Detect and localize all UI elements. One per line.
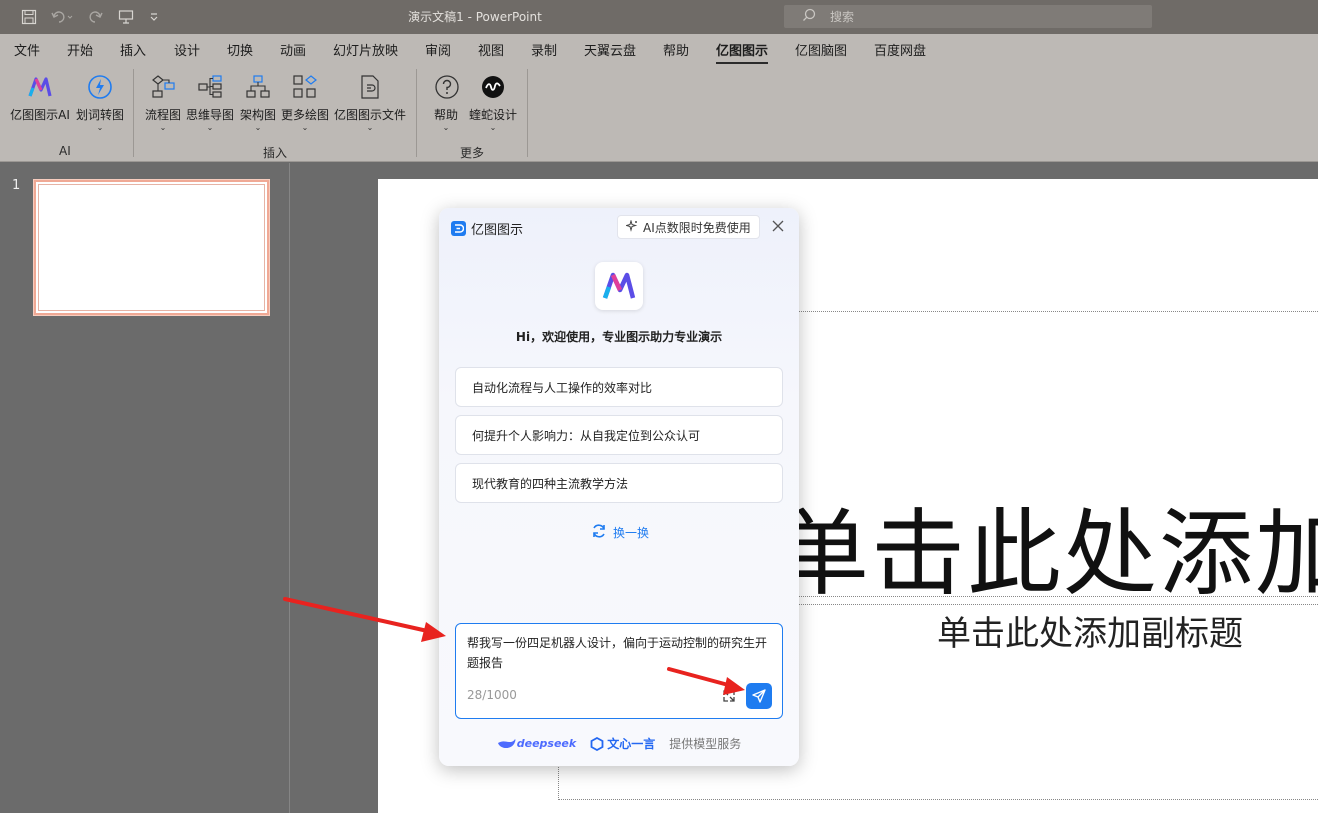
org-chart-icon <box>241 70 275 104</box>
deepseek-brand: deepseek <box>497 737 576 751</box>
flowchart-label: 流程图 <box>144 108 181 122</box>
wenxin-logo-icon <box>590 736 604 751</box>
refresh-label: 换一换 <box>613 526 650 540</box>
close-icon[interactable] <box>770 218 786 234</box>
deepseek-whale-icon <box>497 738 516 748</box>
text-to-diagram-button[interactable]: 划词转图 ⌄ <box>75 70 125 132</box>
help-button[interactable]: 帮助 ⌄ <box>430 70 462 132</box>
panel-header: 亿图图示 <box>451 219 523 238</box>
suggestion-item[interactable]: 自动化流程与人工操作的效率对比 <box>455 367 783 407</box>
char-count: 28/1000 <box>467 688 517 702</box>
refresh-icon <box>591 523 607 542</box>
shapes-grid-icon <box>288 70 322 104</box>
more-drawings-button[interactable]: 更多绘图 ⌄ <box>280 70 330 132</box>
org-chart-label: 架构图 <box>239 108 276 122</box>
search-icon <box>802 8 816 25</box>
viper-logo-icon <box>476 70 510 104</box>
text-to-diagram-label: 划词转图 <box>75 108 124 122</box>
tab-transitions[interactable]: 切换 <box>227 40 253 59</box>
tab-file[interactable]: 文件 <box>14 40 40 59</box>
help-label: 帮助 <box>433 108 458 122</box>
more-drawings-label: 更多绘图 <box>280 108 329 122</box>
slide-number: 1 <box>12 178 21 193</box>
ribbon: 亿图图示AI 划词转图 ⌄ AI 流程图 ⌄ 思维导图 ⌄ 架构图 ⌄ 更多绘图 <box>0 64 1318 162</box>
tab-tianyi-cloud[interactable]: 天翼云盘 <box>584 40 636 59</box>
chevron-down-icon: ⌄ <box>301 123 309 132</box>
wenxin-brand: 文心一言 <box>590 735 655 752</box>
help-icon <box>430 70 464 104</box>
chevron-down-icon: ⌄ <box>254 123 262 132</box>
subtitle-placeholder-text: 单击此处添加副标题 <box>937 614 1243 654</box>
edraw-file-button[interactable]: 亿图图示文件 ⌄ <box>333 70 407 132</box>
tab-help[interactable]: 帮助 <box>663 40 689 59</box>
edraw-file-icon <box>353 70 387 104</box>
provider-text: 提供模型服务 <box>669 737 742 751</box>
tab-home[interactable]: 开始 <box>67 40 93 59</box>
group-label-ai: AI <box>59 144 71 158</box>
viper-design-button[interactable]: 蝰蛇设计 ⌄ <box>468 70 518 132</box>
tab-view[interactable]: 视图 <box>478 40 504 59</box>
viper-design-label: 蝰蛇设计 <box>468 108 517 122</box>
slide-thumbnail[interactable] <box>33 179 270 316</box>
group-divider <box>133 69 134 157</box>
tab-record[interactable]: 录制 <box>531 40 557 59</box>
sparkle-icon <box>624 218 638 235</box>
chevron-down-icon: ⌄ <box>206 123 214 132</box>
send-icon <box>752 689 766 703</box>
chevron-down-icon: ⌄ <box>489 123 497 132</box>
chevron-down-icon: ⌄ <box>442 123 450 132</box>
group-label-insert: 插入 <box>263 146 288 160</box>
flowchart-button[interactable]: 流程图 ⌄ <box>143 70 183 132</box>
edraw-logo-icon <box>451 221 466 236</box>
group-divider <box>416 69 417 157</box>
tab-review[interactable]: 审阅 <box>425 40 451 59</box>
tab-insert[interactable]: 插入 <box>120 40 146 59</box>
tab-design[interactable]: 设计 <box>174 40 200 59</box>
flowchart-icon <box>146 70 180 104</box>
title-bar: 演示文稿1 - PowerPoint 搜索 <box>0 0 1318 34</box>
tab-slideshow[interactable]: 幻灯片放映 <box>333 40 398 59</box>
edraw-ai-logo-icon <box>23 70 57 104</box>
send-button[interactable] <box>746 683 772 709</box>
chevron-down-icon: ⌄ <box>366 123 374 132</box>
group-label-more: 更多 <box>460 146 485 160</box>
prompt-input[interactable]: 帮我写一份四足机器人设计，偏向于运动控制的研究生开题报告 28/1000 <box>455 623 783 719</box>
chevron-down-icon: ⌄ <box>96 123 104 132</box>
expand-icon[interactable] <box>718 685 740 707</box>
refresh-suggestions-button[interactable]: 换一换 <box>591 523 649 542</box>
lightning-icon <box>83 70 117 104</box>
search-placeholder: 搜索 <box>830 10 855 24</box>
tab-edraw-mindmap[interactable]: 亿图脑图 <box>795 40 847 59</box>
welcome-message: Hi，欢迎使用，专业图示助力专业演示 <box>515 330 723 344</box>
edraw-ai-logo-icon <box>595 262 643 310</box>
group-divider <box>527 69 528 157</box>
edraw-ai-panel: 亿图图示 AI点数限时免费使用 Hi，欢迎使用，专业图示助力专业演示 自动化流程… <box>439 208 799 766</box>
edraw-file-label: 亿图图示文件 <box>333 108 406 122</box>
ai-points-badge[interactable]: AI点数限时免费使用 <box>617 215 760 239</box>
prompt-input-text[interactable]: 帮我写一份四足机器人设计，偏向于运动控制的研究生开题报告 <box>467 633 773 673</box>
panel-brand: 亿图图示 <box>471 223 524 238</box>
chevron-down-icon: ⌄ <box>159 123 167 132</box>
mindmap-button[interactable]: 思维导图 ⌄ <box>186 70 234 132</box>
badge-text: AI点数限时免费使用 <box>643 220 751 235</box>
suggestion-item[interactable]: 何提升个人影响力：从自我定位到公众认可 <box>455 415 783 455</box>
panel-footer: deepseek 文心一言 提供模型服务 <box>439 735 799 752</box>
search-input[interactable]: 搜索 <box>784 5 1152 28</box>
tab-animations[interactable]: 动画 <box>280 40 306 59</box>
menu-bar: 文件 开始 插入 设计 切换 动画 幻灯片放映 审阅 视图 录制 天翼云盘 帮助… <box>0 34 1318 65</box>
tab-baidu-netdisk[interactable]: 百度网盘 <box>874 40 926 59</box>
org-chart-button[interactable]: 架构图 ⌄ <box>239 70 277 132</box>
slide-thumbnail-pane: 1 <box>0 163 290 813</box>
suggestion-item[interactable]: 现代教育的四种主流教学方法 <box>455 463 783 503</box>
mindmap-icon <box>193 70 227 104</box>
title-placeholder-text: 单击此处添加标题 <box>775 500 1318 609</box>
tab-edraw-diagram[interactable]: 亿图图示 <box>716 40 769 65</box>
mindmap-label: 思维导图 <box>186 108 235 122</box>
edraw-ai-label: 亿图图示AI <box>10 108 70 122</box>
edraw-ai-button[interactable]: 亿图图示AI <box>9 70 71 123</box>
